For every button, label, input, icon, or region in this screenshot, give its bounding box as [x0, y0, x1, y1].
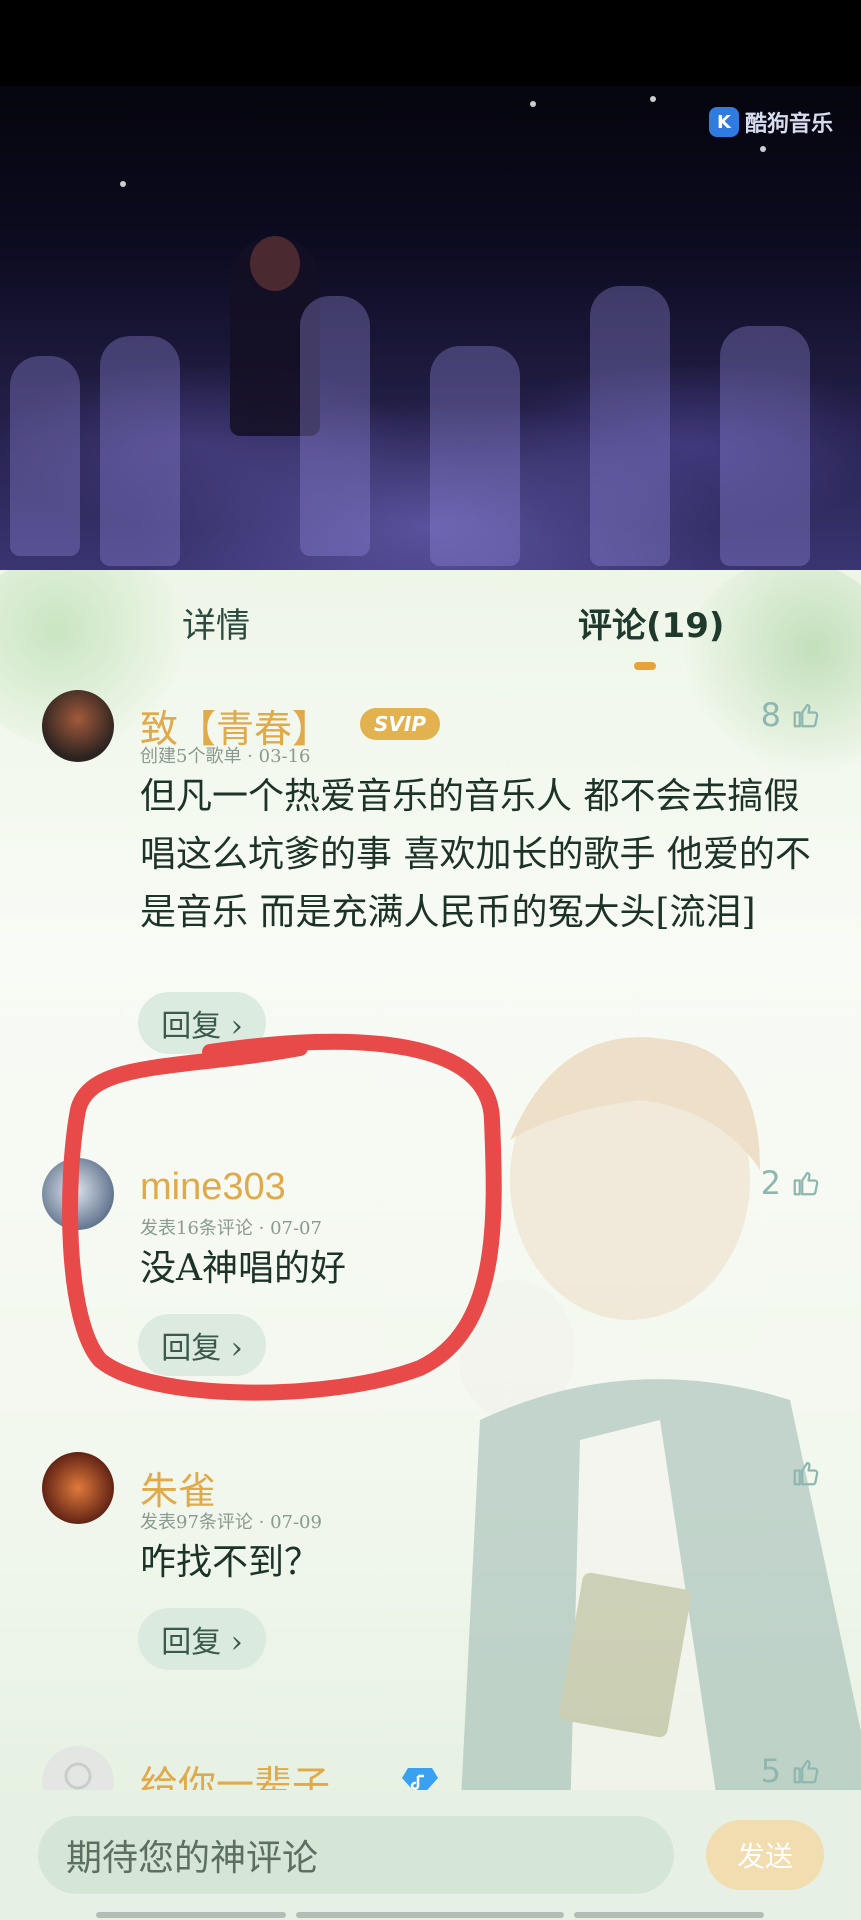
like-button[interactable]: [781, 1458, 821, 1488]
nav-handle: [574, 1912, 764, 1918]
thumbs-up-icon: [793, 703, 819, 728]
crowd-hand: [300, 296, 370, 556]
stage-light: [760, 146, 766, 152]
kugou-brand-text: 酷狗音乐: [744, 112, 833, 137]
crowd-hand: [720, 326, 810, 566]
stage-light: [120, 181, 126, 187]
status-bar: [0, 0, 861, 86]
video-player[interactable]: K 酷狗音乐: [0, 86, 861, 570]
stage-light: [530, 101, 536, 107]
like-button[interactable]: 2: [761, 1164, 821, 1202]
avatar[interactable]: [42, 690, 114, 762]
comment-input-bar: 期待您的神评论 发送: [0, 1790, 861, 1920]
comment-input[interactable]: 期待您的神评论: [38, 1816, 674, 1894]
comment-username[interactable]: 朱雀: [140, 1460, 216, 1515]
thumbs-up-icon: [793, 1461, 819, 1486]
like-count: 8: [760, 696, 781, 734]
comment-meta: 发表97条评论 · 07-09: [140, 1512, 322, 1533]
active-tab-indicator: [634, 662, 656, 670]
kugou-watermark: K 酷狗音乐: [708, 106, 833, 138]
hand-drawn-highlight: [62, 1033, 502, 1401]
crowd-hand: [100, 336, 180, 566]
like-button[interactable]: 5: [761, 1752, 821, 1790]
crowd-hand: [430, 346, 520, 566]
kugou-k-icon: K: [708, 107, 739, 137]
performer-head: [250, 236, 300, 291]
nav-handle: [296, 1912, 564, 1918]
tab-details[interactable]: 详情: [182, 598, 250, 647]
nav-handle: [96, 1912, 286, 1918]
reply-button[interactable]: 回复 ›: [138, 1608, 266, 1670]
like-button[interactable]: 8: [761, 696, 821, 734]
comment-content: 咋找不到？: [140, 1542, 321, 1583]
avatar[interactable]: [42, 1452, 114, 1524]
thumbs-up-icon: [793, 1759, 819, 1784]
tab-comments[interactable]: 评论(19): [578, 598, 724, 647]
thumbs-up-icon: [793, 1171, 819, 1196]
svip-badge: SVIP: [360, 708, 440, 740]
comment-content: 但凡一个热爱音乐的音乐人 都不会去搞假唱这么坑爹的事 喜欢加长的歌手 他爱的不是…: [140, 776, 811, 933]
comment-meta: 创建5个歌单 · 03-16: [140, 746, 311, 767]
crowd-hand: [590, 286, 670, 566]
stage-light: [650, 96, 656, 102]
send-button[interactable]: 发送: [706, 1820, 824, 1890]
crowd-hand: [10, 356, 80, 556]
tab-bar: 详情 评论(19): [0, 570, 861, 680]
like-count: 2: [760, 1164, 781, 1202]
like-count: 5: [760, 1752, 781, 1790]
